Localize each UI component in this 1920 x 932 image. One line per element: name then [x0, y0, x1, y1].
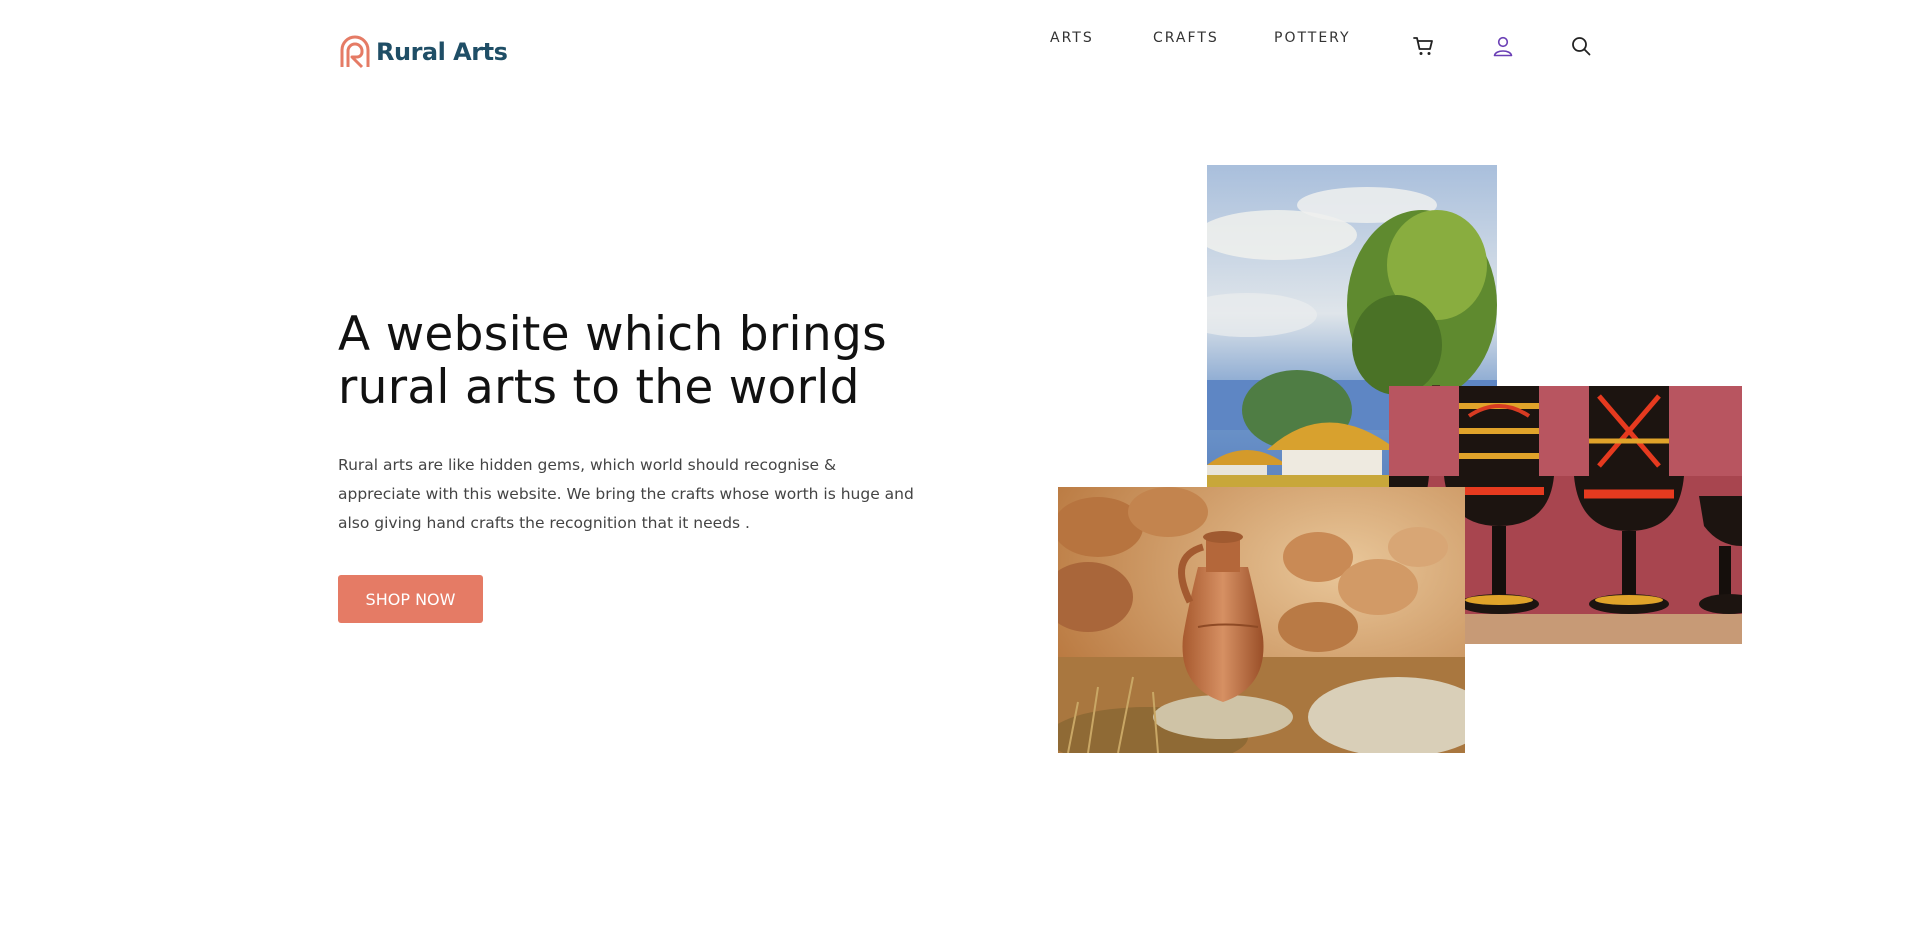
- user-icon[interactable]: [1491, 34, 1515, 58]
- rainbow-r-logo-icon: [340, 35, 370, 69]
- pottery-image: [1058, 487, 1465, 753]
- brand-logo[interactable]: Rural Arts: [338, 35, 508, 69]
- cart-icon[interactable]: [1412, 34, 1436, 58]
- search-icon[interactable]: [1569, 34, 1593, 58]
- shop-now-button[interactable]: SHOP NOW: [338, 575, 483, 623]
- brand-name: Rural Arts: [376, 38, 508, 66]
- nav-link-crafts[interactable]: CRAFTS: [1153, 30, 1219, 46]
- hero-title: A website which brings rural arts to the…: [338, 307, 887, 415]
- hero-description: Rural arts are like hidden gems, which w…: [338, 456, 914, 532]
- site-header: Rural Arts ARTS CRAFTS POTTERY: [0, 0, 1920, 100]
- nav-link-arts[interactable]: ARTS: [1050, 30, 1094, 46]
- nav-link-pottery[interactable]: POTTERY: [1274, 30, 1351, 46]
